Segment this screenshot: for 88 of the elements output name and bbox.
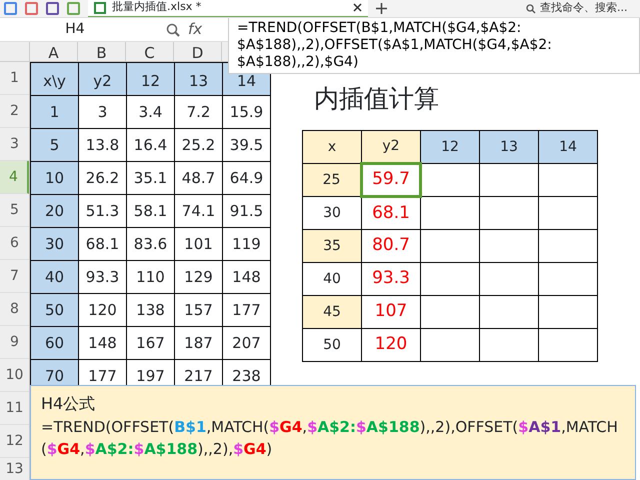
table-cell: 120 — [78, 294, 126, 326]
column-header-cell: 14 — [538, 130, 598, 164]
row-header[interactable]: 11 — [0, 392, 29, 425]
table-cell: 20 — [30, 194, 78, 228]
search-field[interactable]: 查找命令、搜索... — [540, 0, 640, 17]
table-cell: 101 — [174, 228, 222, 260]
column-header-cell: 13 — [480, 130, 538, 164]
table-cell: 167 — [126, 326, 174, 360]
table-cell: 50 — [302, 328, 362, 362]
row-header[interactable]: 1 — [0, 62, 29, 95]
zoom-icon[interactable] — [166, 22, 180, 36]
table-cell: 148 — [78, 326, 126, 360]
table-cell: 1 — [30, 96, 78, 128]
table-cell: x\y — [30, 62, 78, 96]
table-cell: 60 — [30, 326, 78, 360]
comment-note: H4公式 =TREND(OFFSET(B$1,MATCH($G4,$A$2:$A$188),,2),OFFSET($A$1,MATCH($G4,$A$2:$A$188),,2),$G4) — [30, 385, 636, 480]
table-cell: 13.8 — [78, 128, 126, 162]
table-cell: 187 — [174, 326, 222, 360]
table-cell: 3 — [78, 96, 126, 128]
file-tab-title: 批量内插值.xlsx * — [112, 0, 202, 16]
column-header[interactable]: C — [126, 42, 174, 61]
table-cell: 91.5 — [222, 194, 270, 228]
column-header[interactable]: B — [78, 42, 126, 61]
column-header[interactable]: D — [174, 42, 222, 61]
table-cell: 30 — [30, 228, 78, 260]
table-cell: 5 — [30, 128, 78, 162]
column-header-cell: 12 — [420, 130, 480, 164]
table-cell: 48.7 — [174, 162, 222, 194]
column-header[interactable]: A — [30, 42, 78, 61]
table-cell: 25 — [302, 164, 362, 196]
row-header[interactable]: 6 — [0, 227, 29, 260]
table-cell: 51.3 — [78, 194, 126, 228]
row-header[interactable]: 7 — [0, 260, 29, 293]
file-tab[interactable]: 批量内插值.xlsx * — [88, 0, 368, 17]
name-box[interactable]: H4 — [0, 19, 150, 40]
plus-icon[interactable] — [376, 3, 387, 14]
table-cell: 7.2 — [174, 96, 222, 128]
column-header-cell: y2 — [362, 130, 420, 164]
table-cell: y2 — [78, 62, 126, 96]
table-cell: 93.3 — [78, 260, 126, 294]
table-cell: 12 — [126, 62, 174, 96]
search-icon — [526, 4, 536, 14]
table-cell: 110 — [126, 260, 174, 294]
table-cell: 74.1 — [174, 194, 222, 228]
result-cell[interactable]: 59.7 — [362, 164, 420, 196]
row-header[interactable]: 9 — [0, 326, 29, 359]
close-icon[interactable] — [353, 3, 362, 12]
table-cell: 35 — [302, 230, 362, 262]
sheet-title: 内插值计算 — [314, 84, 440, 114]
table-cell: 15.9 — [222, 96, 270, 128]
row-header[interactable]: 13 — [0, 458, 29, 480]
column-header-cell: x — [302, 130, 362, 164]
table-cell: 177 — [222, 294, 270, 326]
table-cell: 138 — [126, 294, 174, 326]
table-cell: 157 — [174, 294, 222, 326]
table-cell: 39.5 — [222, 128, 270, 162]
table-cell: 25.2 — [174, 128, 222, 162]
result-cell[interactable]: 93.3 — [362, 262, 420, 296]
table-cell: 35.1 — [126, 162, 174, 194]
row-header[interactable]: 4 — [0, 161, 29, 194]
table-cell: 10 — [30, 162, 78, 194]
table-cell: 207 — [222, 326, 270, 360]
result-cell[interactable]: 80.7 — [362, 230, 420, 262]
table-cell: 148 — [222, 260, 270, 294]
spreadsheet-icon — [94, 2, 106, 14]
result-cell[interactable]: 107 — [362, 296, 420, 328]
function-button[interactable]: fx — [188, 18, 202, 41]
table-cell: 50 — [30, 294, 78, 326]
table-cell: 58.1 — [126, 194, 174, 228]
formula-input-field[interactable]: =TREND(OFFSET(B$1,MATCH($G4,$A$2: $A$188),,2),OFFSET($A$1,MATCH($G4,$A$2: $A$188),,2),$G4) — [228, 18, 640, 74]
row-header[interactable]: 8 — [0, 293, 29, 326]
table-cell: 64.9 — [222, 162, 270, 194]
table-cell: 26.2 — [78, 162, 126, 194]
table-cell: 13 — [174, 62, 222, 96]
row-header[interactable]: 5 — [0, 194, 29, 227]
table-cell: 40 — [30, 260, 78, 294]
table-cell: 16.4 — [126, 128, 174, 162]
table-cell: 83.6 — [126, 228, 174, 260]
result-cell[interactable]: 120 — [362, 328, 420, 362]
table-cell: 3.4 — [126, 96, 174, 128]
row-header[interactable]: 12 — [0, 425, 29, 458]
row-header[interactable]: 2 — [0, 95, 29, 128]
row-header[interactable]: 10 — [0, 359, 29, 392]
result-cell[interactable]: 68.1 — [362, 196, 420, 230]
table-cell: 45 — [302, 296, 362, 328]
table-cell: 129 — [174, 260, 222, 294]
table-cell: 68.1 — [78, 228, 126, 260]
table-cell: 119 — [222, 228, 270, 260]
